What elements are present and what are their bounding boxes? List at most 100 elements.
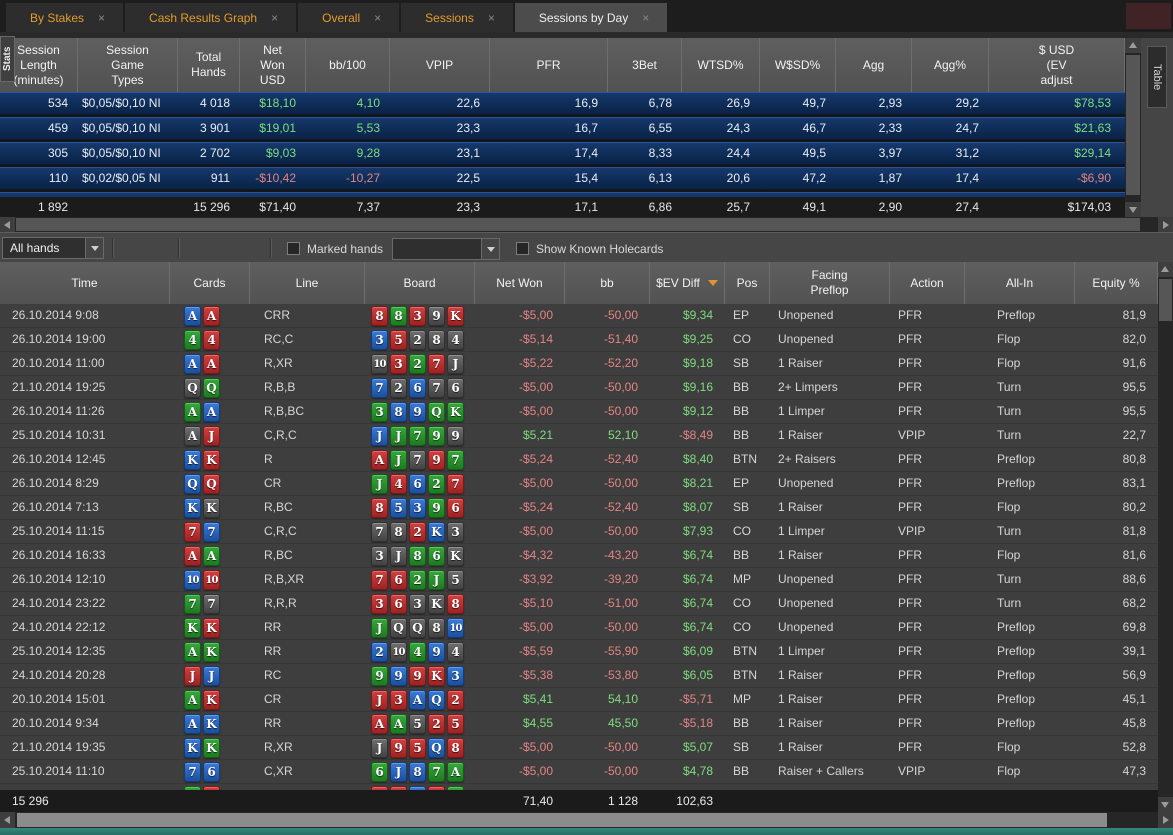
hand-cards: AK [170,688,250,711]
hand-row[interactable]: 26.10.2014 19:0044RC,C35284-$5,14-51,40$… [0,328,1158,352]
card-7-h: 7 [184,522,201,542]
card-4-s: 4 [447,642,464,662]
close-icon[interactable]: × [488,11,495,25]
hand-position: MP [725,688,770,711]
chevron-down-icon[interactable] [85,238,103,258]
hands-col-header-action[interactable]: Action [890,262,965,304]
hands-vscroll-track[interactable] [1158,262,1173,812]
card-3-h: 3 [409,306,426,326]
stats-scroll-down-icon[interactable] [1125,202,1141,217]
stats-col-header-total-hands[interactable]: Total Hands [178,38,240,92]
stats-vscroll-thumb[interactable] [1126,55,1140,195]
stats-hscroll-thumb[interactable] [16,218,1140,231]
stats-side-tab[interactable]: Stats [0,36,15,82]
hands-col-header-ev-diff[interactable]: $EV Diff [650,262,725,304]
stats-scroll-right-icon[interactable] [1158,217,1173,232]
hands-col-header-line[interactable]: Line [250,262,365,304]
tab-sessions-by-day[interactable]: Sessions by Day× [515,3,667,32]
hands-col-header-facing-preflop[interactable]: Facing Preflop [770,262,890,304]
stats-total-cell: 7,37 [306,197,390,217]
card-7-c: 7 [409,426,426,446]
hand-bb: -50,00 [565,520,650,543]
stats-row[interactable]: 305$0,05/$0,10 NI2 702$9,039,2823,117,48… [0,142,1125,167]
hand-row[interactable]: 26.10.2014 8:29QQCRJ4627-$5,00-50,00$8,2… [0,472,1158,496]
hands-hscroll-thumb[interactable] [17,813,1107,827]
hands-scroll-right-icon[interactable] [1158,812,1173,828]
hand-board: AJ797 [365,448,475,471]
hands-scroll-left-icon[interactable] [0,812,15,828]
hand-row[interactable]: 26.10.2014 9:08AACRR8839K-$5,00-50,00$9,… [0,304,1158,328]
hands-col-header-cards[interactable]: Cards [170,262,250,304]
hand-row[interactable]: 21.10.2014 19:25QQR,B,B72676-$5,00-50,00… [0,376,1158,400]
stats-col-header-pfr[interactable]: PFR [490,38,608,92]
hands-col-header-net-won[interactable]: Net Won [475,262,565,304]
tab-cash-results-graph[interactable]: Cash Results Graph× [125,3,296,32]
tab-overall[interactable]: Overall× [298,3,399,32]
app-window: By Stakes×Cash Results Graph×Overall×Ses… [0,0,1173,835]
hands-scroll-down-icon[interactable] [1158,797,1173,812]
stats-col-header-w-sd[interactable]: W$SD% [760,38,836,92]
hands-scroll-up-icon[interactable] [1158,262,1173,277]
hands-col-header-board[interactable]: Board [365,262,475,304]
marked-hands-checkbox[interactable] [287,242,300,255]
hand-row[interactable]: 24.10.2014 22:12KKRRJQQ810-$5,00-50,00$6… [0,616,1158,640]
hand-ev-diff: $6,05 [650,664,725,687]
stats-scroll-left-icon[interactable] [0,217,15,232]
stats-col-header-agg[interactable]: Agg [836,38,912,92]
stats-col-header-agg[interactable]: Agg% [912,38,989,92]
stats-col-header-net-won-usd[interactable]: Net Won USD [240,38,306,92]
hand-row[interactable]: 20.10.2014 11:00AAR,XR10327J-$5,22-52,20… [0,352,1158,376]
stats-total-cell: 2,90 [836,197,912,217]
close-icon[interactable]: × [374,11,381,25]
hand-row[interactable]: 20.10.2014 9:34AKRRAA525$4,5545,50-$5,18… [0,712,1158,736]
stats-scroll-up-icon[interactable] [1125,38,1141,53]
tab-by-stakes[interactable]: By Stakes× [6,3,123,32]
stats-col-header-wtsd[interactable]: WTSD% [682,38,760,92]
hand-row[interactable]: 24.10.2014 20:28JJRC999K3-$5,38-53,80$6,… [0,664,1158,688]
stats-total-cell: 23,3 [390,197,490,217]
stats-row[interactable]: 459$0,05/$0,10 NI3 901$19,015,5323,316,7… [0,117,1125,142]
hand-row[interactable]: 20.10.2014 15:01AKCRJ3AQ2$5,4154,10-$5,7… [0,688,1158,712]
close-icon[interactable]: × [98,11,105,25]
tab-sessions[interactable]: Sessions× [401,3,513,32]
chevron-down-icon[interactable] [481,239,499,259]
card-K-h: K [447,306,464,326]
show-known-holecards-checkbox[interactable] [516,242,529,255]
marked-hands-filter-dropdown[interactable] [392,238,500,260]
hands-col-header-time[interactable]: Time [0,262,170,304]
stats-row[interactable]: 110$0,02/$0,05 NI911-$10,42-10,2722,515,… [0,167,1125,192]
hand-ev-diff: $8,07 [650,496,725,519]
stats-col-header-3bet[interactable]: 3Bet [608,38,682,92]
hand-row[interactable]: 25.10.2014 12:35AKRR210494-$5,59-55,90$6… [0,640,1158,664]
hand-row[interactable]: 25.10.2014 10:31AJC,R,CJJ799$5,2152,10-$… [0,424,1158,448]
hand-row[interactable]: 21.10.2014 19:35KKR,XRJ95Q8-$5,00-50,00$… [0,736,1158,760]
hand-row[interactable]: 26.10.2014 12:101010R,B,XR762J5-$3,92-39… [0,568,1158,592]
hands-col-header-pos[interactable]: Pos [725,262,770,304]
hand-row[interactable]: 26.10.2014 7:13KKR,BC85396-$5,24-52,40$8… [0,496,1158,520]
stats-col-header-usd-ev-adjust[interactable]: $ USD (EV adjust [989,38,1125,92]
hand-row[interactable]: 26.10.2014 11:26AAR,B,BC389QK-$5,00-50,0… [0,400,1158,424]
hands-vscroll-thumb[interactable] [1159,279,1172,321]
card-6-s: 6 [447,378,464,398]
hand-row[interactable]: 26.10.2014 12:45KKRAJ797-$5,24-52,40$8,4… [0,448,1158,472]
hands-col-header-equity[interactable]: Equity % [1075,262,1158,304]
hand-row[interactable]: 25.10.2014 11:1577C,R,C782K3-$5,00-50,00… [0,520,1158,544]
stats-col-header-bb-100[interactable]: bb/100 [306,38,390,92]
hand-action: VPIP [890,760,965,783]
close-icon[interactable]: × [642,11,649,25]
hand-position: BTN [725,640,770,663]
show-known-holecards-label: Show Known Holecards [536,242,663,256]
hands-col-header-bb[interactable]: bb [565,262,650,304]
stats-col-header-vpip[interactable]: VPIP [390,38,490,92]
hand-line: R,XR [250,352,365,375]
hands-filter-dropdown[interactable]: All hands [2,237,104,259]
close-icon[interactable]: × [271,11,278,25]
hand-row[interactable]: 24.10.2014 23:2277R,R,R363K8-$5,10-51,00… [0,592,1158,616]
window-corner-accent [1126,3,1171,29]
stats-row[interactable]: 534$0,05/$0,10 NI4 018$18,104,1022,616,9… [0,92,1125,117]
hand-row[interactable]: 26.10.2014 16:33AAR,BC3J86K-$4,32-43,20$… [0,544,1158,568]
hands-col-header-all-in[interactable]: All-In [965,262,1075,304]
table-side-tab[interactable]: Table [1147,46,1167,108]
hand-row[interactable]: 25.10.2014 11:1076C,XR6J87A-$5,00-50,00$… [0,760,1158,784]
stats-col-header-session-game-types[interactable]: Session Game Types [78,38,178,92]
